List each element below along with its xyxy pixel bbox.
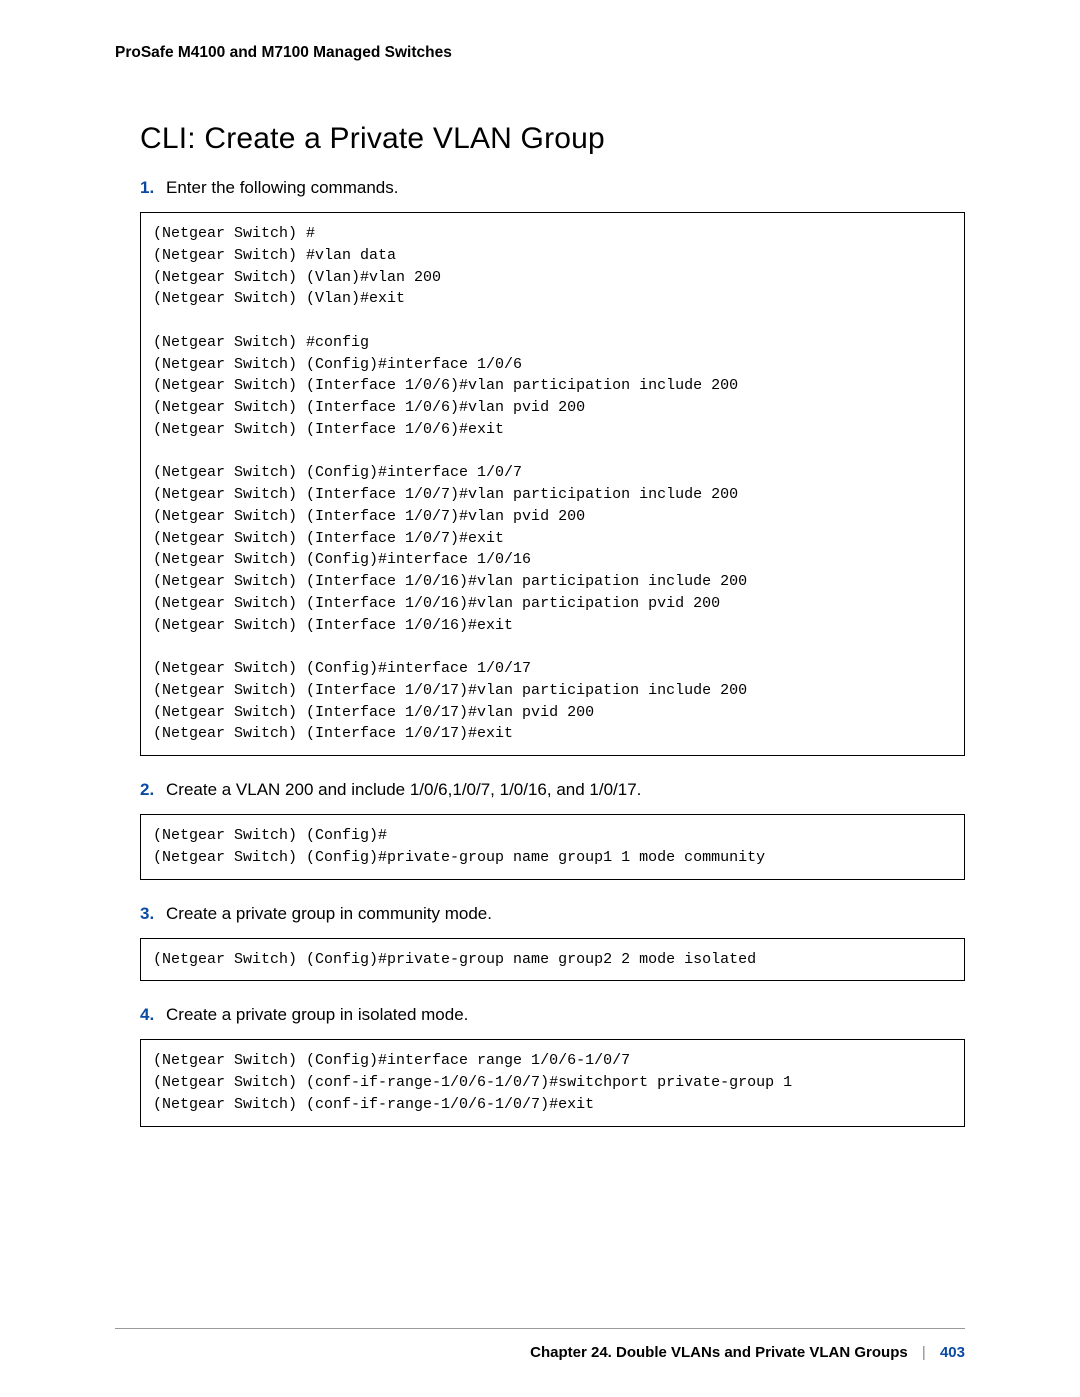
step-number: 3. bbox=[140, 904, 166, 924]
step-2: 2. Create a VLAN 200 and include 1/0/6,1… bbox=[140, 780, 965, 800]
step-1: 1. Enter the following commands. bbox=[140, 178, 965, 198]
page: ProSafe M4100 and M7100 Managed Switches… bbox=[0, 0, 1080, 1397]
code-block-1: (Netgear Switch) # (Netgear Switch) #vla… bbox=[140, 212, 965, 756]
step-text: Create a VLAN 200 and include 1/0/6,1/0/… bbox=[166, 780, 641, 800]
code-block-2: (Netgear Switch) (Config)# (Netgear Swit… bbox=[140, 814, 965, 880]
step-4: 4. Create a private group in isolated mo… bbox=[140, 1005, 965, 1025]
step-list: 2. Create a VLAN 200 and include 1/0/6,1… bbox=[140, 780, 965, 800]
step-number: 1. bbox=[140, 178, 166, 198]
step-text: Create a private group in community mode… bbox=[166, 904, 492, 924]
step-text: Create a private group in isolated mode. bbox=[166, 1005, 468, 1025]
step-list: 1. Enter the following commands. bbox=[140, 178, 965, 198]
section-title: CLI: Create a Private VLAN Group bbox=[140, 122, 965, 156]
footer-chapter: Chapter 24. Double VLANs and Private VLA… bbox=[530, 1344, 908, 1361]
page-footer: Chapter 24. Double VLANs and Private VLA… bbox=[530, 1344, 965, 1361]
step-text: Enter the following commands. bbox=[166, 178, 398, 198]
code-block-3: (Netgear Switch) (Config)#private-group … bbox=[140, 938, 965, 982]
step-3: 3. Create a private group in community m… bbox=[140, 904, 965, 924]
footer-separator: | bbox=[922, 1344, 926, 1361]
step-number: 4. bbox=[140, 1005, 166, 1025]
step-list: 3. Create a private group in community m… bbox=[140, 904, 965, 924]
footer-rule bbox=[115, 1328, 965, 1329]
code-block-4: (Netgear Switch) (Config)#interface rang… bbox=[140, 1039, 965, 1126]
page-number: 403 bbox=[940, 1344, 965, 1361]
step-number: 2. bbox=[140, 780, 166, 800]
running-head: ProSafe M4100 and M7100 Managed Switches bbox=[115, 44, 965, 62]
step-list: 4. Create a private group in isolated mo… bbox=[140, 1005, 965, 1025]
